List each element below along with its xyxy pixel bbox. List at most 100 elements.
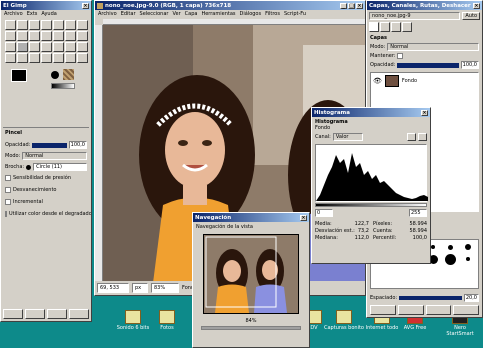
menu-item-0[interactable]: Archivo bbox=[98, 11, 117, 17]
toolbox-menu-item-1[interactable]: Exts bbox=[27, 11, 38, 17]
brush-dot-icon[interactable] bbox=[26, 164, 32, 170]
navigation-zoom-slider[interactable] bbox=[201, 326, 301, 330]
delete-options-button[interactable] bbox=[47, 309, 67, 319]
reset-options-button[interactable] bbox=[69, 309, 89, 319]
range-min-input[interactable]: 0 bbox=[315, 209, 333, 217]
layer-name[interactable]: Fondo bbox=[402, 78, 417, 84]
tool-button-icon[interactable] bbox=[53, 31, 64, 41]
menu-item-3[interactable]: Ver bbox=[172, 11, 180, 17]
close-icon[interactable]: × bbox=[356, 2, 363, 9]
maximize-icon[interactable]: □ bbox=[348, 2, 355, 9]
zoom-select[interactable]: 83% bbox=[151, 283, 179, 293]
tool-button-icon[interactable] bbox=[29, 42, 40, 52]
tool-button-icon[interactable] bbox=[65, 31, 76, 41]
layer-opacity-slider[interactable] bbox=[397, 62, 459, 68]
menu-item-4[interactable]: Capa bbox=[185, 11, 198, 17]
tool-button-icon[interactable] bbox=[5, 42, 16, 52]
close-icon[interactable]: × bbox=[421, 109, 428, 116]
menu-item-1[interactable]: Editar bbox=[121, 11, 136, 17]
linear-histogram-icon[interactable] bbox=[407, 133, 416, 141]
tool-button-icon[interactable] bbox=[77, 53, 88, 63]
toolbox-menu-item-2[interactable]: Ayuda bbox=[41, 11, 56, 17]
tool-button-icon[interactable] bbox=[77, 42, 88, 52]
opacity-slider[interactable] bbox=[32, 142, 67, 148]
tool-button-icon[interactable] bbox=[41, 20, 52, 30]
range-max-input[interactable]: 255 bbox=[409, 209, 427, 217]
brush-new-button[interactable] bbox=[397, 305, 424, 315]
opacity-input[interactable]: 100,0 bbox=[68, 141, 87, 149]
histogram-titlebar[interactable]: Histograma × bbox=[312, 108, 430, 117]
tool-button-icon[interactable] bbox=[29, 31, 40, 41]
tool-button-icon[interactable] bbox=[53, 20, 64, 30]
tool-button-icon[interactable] bbox=[17, 53, 28, 63]
restore-options-button[interactable] bbox=[25, 309, 45, 319]
minimize-icon[interactable]: _ bbox=[340, 2, 347, 9]
desktop-icon-fotos[interactable]: Fotos bbox=[147, 310, 187, 331]
brush-cell[interactable] bbox=[461, 242, 477, 252]
layer-mode-select[interactable]: Normal bbox=[387, 43, 479, 51]
mode-select[interactable]: Normal bbox=[22, 152, 87, 160]
image-window-titlebar[interactable]: nono_noe.jpg-9.0 (RGB, 1 capa) 736x718 _… bbox=[95, 1, 365, 10]
brush-delete-button[interactable] bbox=[453, 305, 479, 315]
brush-cell[interactable] bbox=[443, 242, 459, 252]
tool-button-icon[interactable] bbox=[77, 31, 88, 41]
tool-button-icon[interactable] bbox=[5, 31, 16, 41]
toolbox-titlebar[interactable]: El Gimp × bbox=[1, 1, 91, 10]
checkbox[interactable] bbox=[5, 175, 11, 181]
tool-button-icon[interactable] bbox=[5, 53, 16, 63]
tool-button-icon[interactable] bbox=[53, 42, 64, 52]
brush-edit-button[interactable] bbox=[370, 305, 396, 315]
auto-button[interactable]: Auto bbox=[462, 12, 480, 20]
tool-button-icon[interactable] bbox=[41, 42, 52, 52]
menu-item-6[interactable]: Diálogos bbox=[240, 11, 262, 17]
option-checkbox-row[interactable]: Incremental bbox=[5, 199, 87, 205]
checkbox[interactable] bbox=[5, 211, 7, 217]
tool-button-icon[interactable] bbox=[53, 53, 64, 63]
close-icon[interactable]: × bbox=[300, 214, 307, 221]
tab-layers[interactable] bbox=[369, 22, 379, 32]
toolbox-menu-item-0[interactable]: Archivo bbox=[4, 11, 23, 17]
tool-button-icon[interactable] bbox=[17, 31, 28, 41]
tool-button-icon[interactable] bbox=[65, 53, 76, 63]
tool-button-icon[interactable] bbox=[29, 20, 40, 30]
layer-opacity-input[interactable]: 100,0 bbox=[460, 61, 479, 69]
tool-button-icon[interactable] bbox=[17, 42, 28, 52]
tool-button-icon[interactable] bbox=[5, 20, 16, 30]
save-options-button[interactable] bbox=[3, 309, 23, 319]
navigation-preview[interactable] bbox=[203, 234, 299, 314]
menu-item-8[interactable]: Script-Fu bbox=[284, 11, 306, 17]
tool-button-icon[interactable] bbox=[77, 20, 88, 30]
channel-select[interactable]: Valor bbox=[332, 133, 363, 141]
menu-item-7[interactable]: Filtros bbox=[265, 11, 280, 17]
spacing-input[interactable]: 20,0 bbox=[463, 294, 479, 302]
navigation-titlebar[interactable]: Navegación × bbox=[193, 213, 309, 222]
tool-button-icon[interactable] bbox=[29, 53, 40, 63]
eye-icon[interactable]: 👁 bbox=[373, 77, 382, 85]
tab-channels[interactable] bbox=[380, 22, 390, 32]
checkbox[interactable] bbox=[5, 199, 11, 205]
pattern-preview-icon[interactable] bbox=[63, 69, 74, 80]
desktop-icon-capturas[interactable]: Capturas bonito bbox=[324, 310, 364, 331]
image-menu[interactable]: nono_noe.jpg-9 bbox=[369, 12, 461, 20]
option-checkbox-row[interactable]: Sensibilidad de presión bbox=[5, 175, 87, 181]
log-histogram-icon[interactable] bbox=[418, 133, 427, 141]
brush-preview-icon[interactable] bbox=[51, 71, 59, 79]
tool-button-icon[interactable] bbox=[17, 20, 28, 30]
layer-row[interactable]: 👁 Fondo bbox=[371, 73, 478, 89]
option-checkbox-row[interactable]: Desvanecimiento bbox=[5, 187, 87, 193]
histogram-plot[interactable] bbox=[315, 144, 428, 202]
foreground-color[interactable] bbox=[11, 69, 27, 82]
close-icon[interactable]: × bbox=[473, 2, 480, 9]
layers-titlebar[interactable]: Capas, Canales, Rutas, Deshacer × bbox=[367, 1, 482, 10]
close-icon[interactable]: × bbox=[82, 2, 89, 9]
tool-button-icon[interactable] bbox=[65, 20, 76, 30]
menu-item-2[interactable]: Seleccionar bbox=[140, 11, 169, 17]
tool-button-icon[interactable] bbox=[41, 53, 52, 63]
menu-item-5[interactable]: Herramientas bbox=[201, 11, 235, 17]
unit-select[interactable]: px bbox=[132, 283, 148, 293]
option-checkbox-row[interactable]: Utilizar color desde el degradado bbox=[5, 211, 91, 217]
brush-cell[interactable] bbox=[443, 253, 459, 265]
brush-duplicate-button[interactable] bbox=[425, 305, 452, 315]
tool-button-icon[interactable] bbox=[65, 42, 76, 52]
tab-paths[interactable] bbox=[391, 22, 401, 32]
